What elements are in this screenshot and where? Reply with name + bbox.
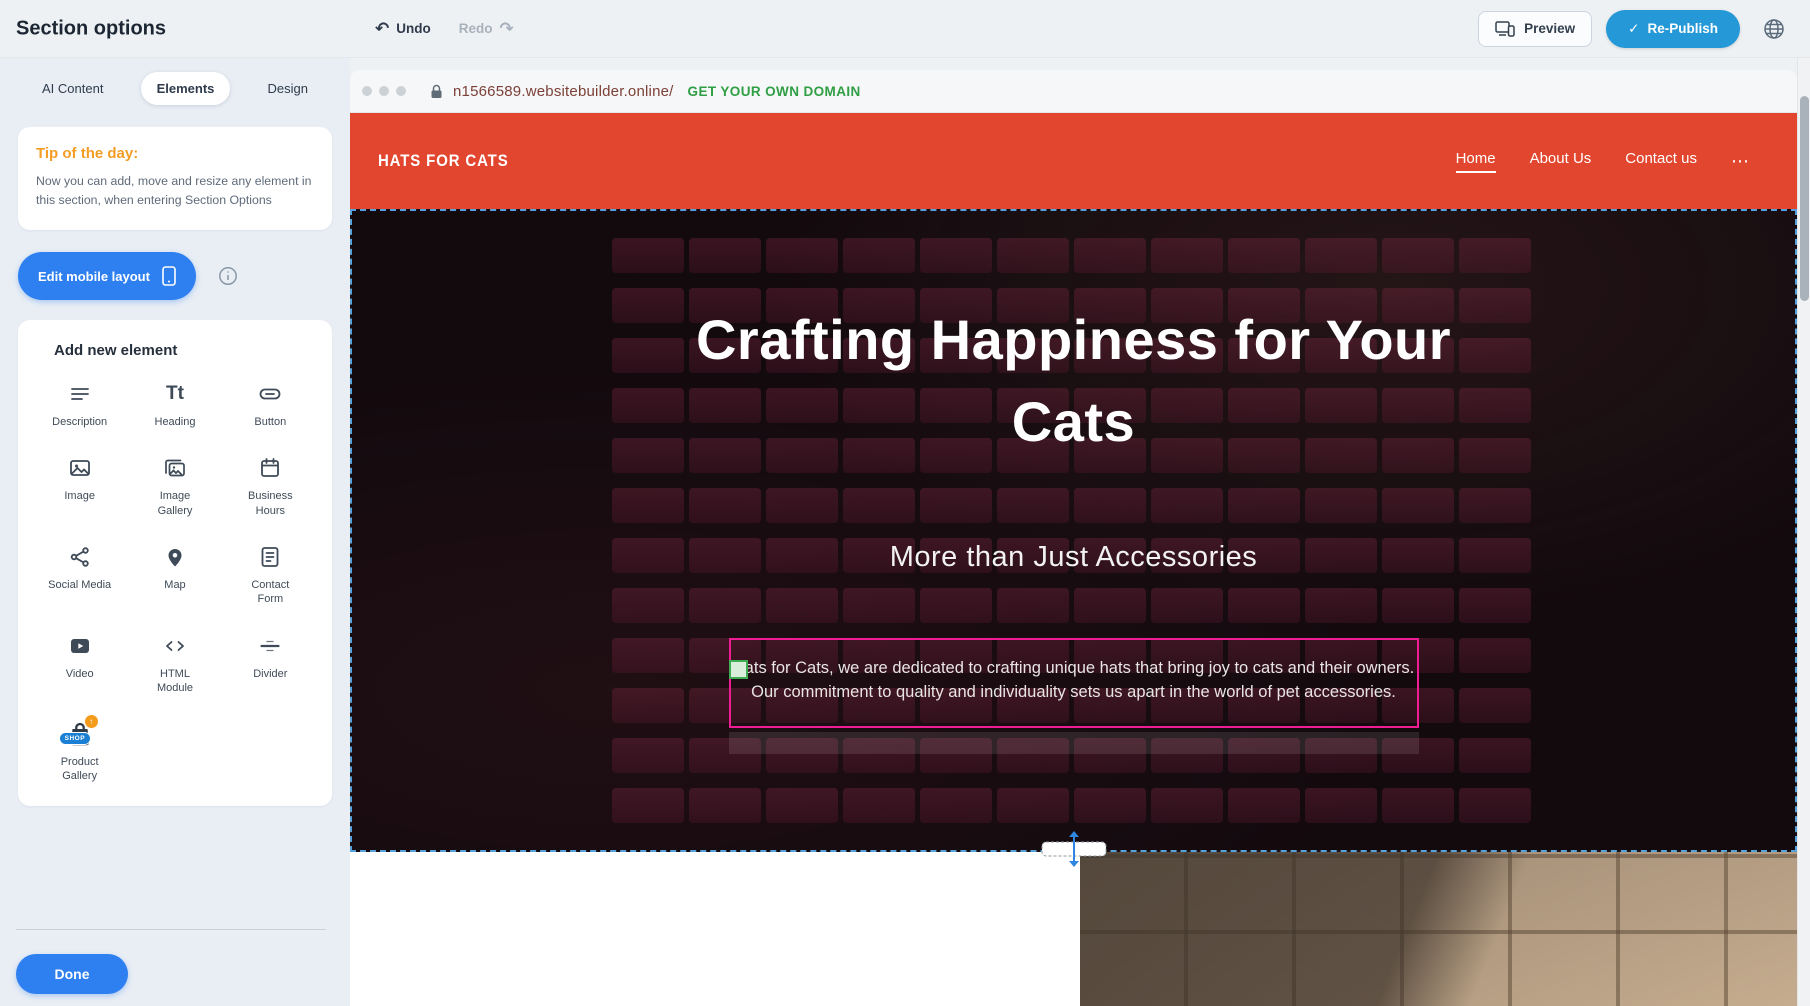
hero-text-element-selected[interactable]: Hats for Cats, we are dedicated to craft… <box>729 638 1419 728</box>
element-html-module[interactable]: HTML Module <box>127 627 222 700</box>
nav-more-icon[interactable]: ⋯ <box>1731 151 1751 172</box>
hero-body-line-2: Our commitment to quality and individual… <box>731 681 1417 705</box>
nav-about-us[interactable]: About Us <box>1530 150 1592 173</box>
description-icon <box>68 379 92 409</box>
nav-home[interactable]: Home <box>1456 150 1496 173</box>
info-button[interactable] <box>218 266 238 286</box>
element-button[interactable]: Button <box>223 375 318 433</box>
contact-form-icon <box>258 542 282 572</box>
element-product-gallery[interactable]: SHOP ↑ Product Gallery <box>32 715 127 788</box>
text-highlight-strip <box>729 732 1419 754</box>
add-element-title: Add new element <box>54 342 318 359</box>
element-map[interactable]: Map <box>127 538 222 611</box>
element-drag-handle[interactable] <box>729 660 748 679</box>
window-dot <box>396 86 406 96</box>
undo-icon: ↶ <box>375 20 389 37</box>
edit-mobile-label: Edit mobile layout <box>38 269 150 284</box>
language-globe-button[interactable] <box>1754 9 1794 49</box>
element-business-hours[interactable]: Business Hours <box>223 449 318 522</box>
republish-button[interactable]: ✓ Re-Publish <box>1606 10 1740 48</box>
site-preview: HATS FOR CATS Home About Us Contact us ⋯… <box>350 113 1797 1006</box>
button-icon <box>258 379 282 409</box>
image-icon <box>68 453 92 483</box>
tab-elements[interactable]: Elements <box>141 72 231 105</box>
sidebar: AI Content Elements Design Tip of the da… <box>0 58 350 1006</box>
edit-mobile-layout-button[interactable]: Edit mobile layout <box>18 252 196 300</box>
window-dot <box>362 86 372 96</box>
info-icon <box>218 266 238 286</box>
next-section <box>350 852 1797 1006</box>
topbar: Section options ↶ Undo Redo ↷ Preview ✓ … <box>0 0 1810 58</box>
hero-heading[interactable]: Crafting Happiness for Your Cats <box>679 299 1469 463</box>
redo-button[interactable]: Redo ↷ <box>459 20 514 37</box>
browser-bar: n1566589.websitebuilder.online/ GET YOUR… <box>350 70 1797 113</box>
divider-icon <box>258 631 282 661</box>
window-controls <box>362 86 406 96</box>
element-divider[interactable]: Divider <box>223 627 318 700</box>
redo-icon: ↷ <box>500 20 514 37</box>
hero-body-line-1: Hats for Cats, we are dedicated to craft… <box>731 657 1417 681</box>
site-logo[interactable]: HATS FOR CATS <box>378 151 509 171</box>
nav-contact-us[interactable]: Contact us <box>1625 150 1697 173</box>
undo-button[interactable]: ↶ Undo <box>375 20 431 37</box>
hero-subheading[interactable]: More than Just Accessories <box>890 541 1258 574</box>
image-gallery-icon <box>163 453 187 483</box>
business-hours-icon <box>258 453 282 483</box>
tip-body: Now you can add, move and resize any ele… <box>36 172 314 210</box>
element-heading[interactable]: Tt Heading <box>127 375 222 433</box>
devices-icon <box>1495 21 1515 37</box>
element-contact-form[interactable]: Contact Form <box>223 538 318 611</box>
add-new-element-card: Add new element Description Tt Heading <box>18 320 332 806</box>
element-video[interactable]: Video <box>32 627 127 700</box>
tab-ai-content[interactable]: AI Content <box>26 72 119 105</box>
page-scrollbar <box>1797 58 1810 1006</box>
site-header[interactable]: HATS FOR CATS Home About Us Contact us ⋯ <box>350 113 1797 209</box>
sidebar-tabs: AI Content Elements Design <box>0 58 350 105</box>
page-title: Section options <box>16 17 166 40</box>
shop-badge: SHOP <box>59 732 91 745</box>
section-resize-handle[interactable] <box>1024 831 1124 867</box>
topbar-actions: Preview ✓ Re-Publish <box>1478 0 1794 57</box>
editor-canvas: n1566589.websitebuilder.online/ GET YOUR… <box>350 58 1797 1006</box>
tab-design[interactable]: Design <box>252 72 324 105</box>
undo-redo-group: ↶ Undo Redo ↷ <box>375 0 514 57</box>
element-description[interactable]: Description <box>32 375 127 433</box>
tip-of-the-day-card: Tip of the day: Now you can add, move an… <box>18 127 332 230</box>
site-nav: Home About Us Contact us ⋯ <box>1456 113 1751 209</box>
mobile-layout-row: Edit mobile layout <box>18 252 332 300</box>
lock-icon <box>430 84 443 99</box>
undo-label: Undo <box>396 21 431 36</box>
republish-label: Re-Publish <box>1647 21 1718 36</box>
get-domain-link[interactable]: GET YOUR OWN DOMAIN <box>688 84 861 99</box>
element-grid: Description Tt Heading Button <box>32 375 318 788</box>
upgrade-badge-icon: ↑ <box>85 715 98 728</box>
next-section-left <box>350 852 1080 1006</box>
social-media-icon <box>68 542 92 572</box>
element-image[interactable]: Image <box>32 449 127 522</box>
preview-label: Preview <box>1524 21 1575 36</box>
video-icon <box>68 631 92 661</box>
heading-icon: Tt <box>166 379 184 409</box>
window-dot <box>379 86 389 96</box>
check-icon: ✓ <box>1628 21 1639 37</box>
done-button[interactable]: Done <box>16 954 128 994</box>
product-gallery-icon: SHOP ↑ <box>65 719 95 749</box>
globe-icon <box>1762 17 1786 41</box>
scrollbar-thumb[interactable] <box>1800 96 1809 301</box>
hero-section-selected[interactable]: Crafting Happiness for Your Cats More th… <box>350 209 1797 852</box>
phone-icon <box>162 266 176 286</box>
site-url: n1566589.websitebuilder.online/ <box>453 83 674 100</box>
next-section-photo[interactable] <box>1080 852 1797 1006</box>
map-icon <box>163 542 187 572</box>
element-image-gallery[interactable]: Image Gallery <box>127 449 222 522</box>
redo-label: Redo <box>459 21 493 36</box>
element-social-media[interactable]: Social Media <box>32 538 127 611</box>
html-module-icon <box>163 631 187 661</box>
preview-button[interactable]: Preview <box>1478 11 1592 47</box>
tip-heading: Tip of the day: <box>36 145 314 162</box>
sidebar-divider <box>16 929 326 930</box>
